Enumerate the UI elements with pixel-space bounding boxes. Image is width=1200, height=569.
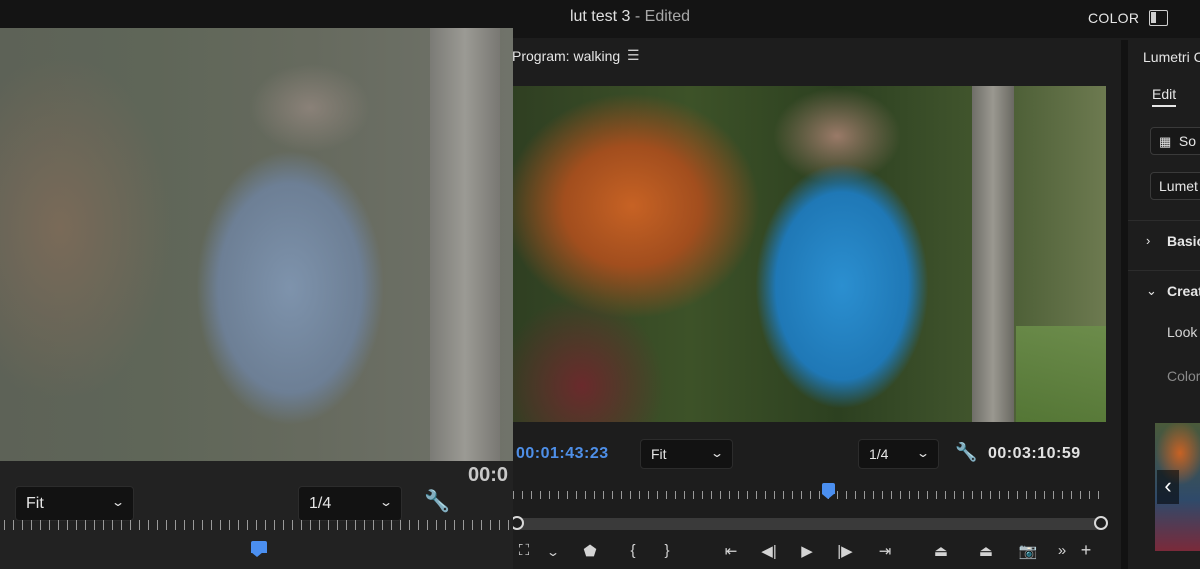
- video-grass: [1016, 326, 1106, 422]
- tab-edit[interactable]: Edit: [1152, 86, 1177, 107]
- more-icon[interactable]: »: [1051, 542, 1073, 559]
- go-to-out-icon[interactable]: ⇥: [874, 542, 896, 560]
- source-timecode: 00:0: [468, 464, 509, 486]
- section-basic-label: Basic: [1167, 233, 1200, 249]
- add-button-icon[interactable]: +: [1075, 540, 1097, 561]
- source-zoom-value: Fit: [26, 495, 44, 512]
- section-creative[interactable]: ⌄ Creat: [1128, 270, 1200, 312]
- add-marker-icon[interactable]: ⛶: [513, 542, 535, 559]
- wrench-icon[interactable]: 🔧: [955, 442, 977, 463]
- chevron-down-icon: ⌄: [1146, 283, 1157, 298]
- mark-in-icon[interactable]: {: [622, 542, 644, 559]
- lumetri-preset-select[interactable]: Lumet: [1150, 172, 1200, 200]
- video-tree-trunk: [972, 86, 1014, 422]
- section-creative-label: Creat: [1167, 283, 1200, 299]
- chevron-down-icon: ⌄: [915, 446, 931, 460]
- step-back-icon[interactable]: ◀|: [758, 542, 780, 560]
- go-to-in-icon[interactable]: ⇤: [720, 542, 742, 560]
- source-resolution-value: 1/4: [309, 495, 332, 512]
- source-video-frame[interactable]: [0, 28, 513, 461]
- video-tree-trunk: [430, 28, 500, 461]
- playhead-marker[interactable]: [822, 483, 835, 499]
- resolution-select-value: 1/4: [869, 446, 889, 462]
- program-monitor-title[interactable]: Program: walking: [512, 48, 620, 64]
- project-title: lut test 3 - Edited: [0, 8, 1200, 26]
- zoom-select-value: Fit: [651, 446, 667, 462]
- lift-icon[interactable]: ⏏: [930, 542, 952, 560]
- look-label: Look: [1167, 324, 1198, 340]
- chevron-down-icon: ⌄: [378, 495, 394, 509]
- extract-icon[interactable]: ⏏: [975, 542, 997, 560]
- edited-status: - Edited: [634, 8, 691, 25]
- source-clip-label: So: [1178, 133, 1197, 149]
- color-label: Color: [1167, 368, 1200, 384]
- resolution-select[interactable]: 1/4 ⌄: [858, 439, 939, 469]
- marker-icon[interactable]: ⬟: [579, 542, 601, 560]
- transport-controls: ⛶ ⌄ ⬟ { } ⇤ ◀| ▶ |▶ ⇥ ⏏ ⏏ 📷 » +: [513, 540, 1113, 564]
- mark-out-icon[interactable]: }: [656, 542, 678, 559]
- panel-layout-icon[interactable]: [1149, 10, 1168, 26]
- chevron-down-icon[interactable]: ⌄: [538, 545, 569, 559]
- source-resolution-select[interactable]: 1/4 ⌄: [298, 486, 402, 521]
- project-name: lut test 3: [569, 8, 631, 25]
- workspace-label[interactable]: COLOR: [1088, 10, 1139, 26]
- lumetri-color-panel: Lumetri C Edit ▦ So Lumet › Basic ⌄ Crea…: [1128, 40, 1200, 569]
- source-clip-button[interactable]: ▦ So: [1150, 127, 1200, 155]
- program-monitor: Program: walking ☰ 00:01:43:23 Fit ⌄ 1/4…: [505, 40, 1120, 569]
- section-basic-correction[interactable]: › Basic: [1128, 220, 1200, 262]
- duration-timecode: 00:03:10:59: [988, 445, 1081, 462]
- grid-icon: ▦: [1159, 134, 1172, 149]
- chevron-down-icon: ⌄: [110, 495, 126, 509]
- source-zoom-select[interactable]: Fit ⌄: [15, 486, 134, 521]
- step-forward-icon[interactable]: |▶: [834, 542, 856, 560]
- chevron-down-icon: ⌄: [709, 446, 725, 460]
- lumetri-panel-title[interactable]: Lumetri C: [1143, 49, 1200, 65]
- zoom-select[interactable]: Fit ⌄: [640, 439, 733, 469]
- play-icon[interactable]: ▶: [796, 542, 818, 560]
- current-timecode[interactable]: 00:01:43:23: [516, 445, 609, 463]
- zoom-handle-right[interactable]: [1094, 516, 1108, 530]
- program-video-frame[interactable]: [512, 86, 1106, 422]
- chevron-left-icon[interactable]: ‹: [1157, 470, 1179, 504]
- wrench-icon[interactable]: 🔧: [424, 490, 450, 514]
- zoom-scroll-bar[interactable]: [510, 516, 1108, 530]
- source-playhead-marker[interactable]: [251, 541, 267, 557]
- panel-divider[interactable]: [1121, 40, 1128, 569]
- export-frame-icon[interactable]: 📷: [1017, 542, 1039, 560]
- chevron-right-icon: ›: [1146, 233, 1151, 248]
- time-ruler[interactable]: [513, 491, 1105, 499]
- source-time-ruler[interactable]: [4, 520, 512, 530]
- hamburger-icon[interactable]: ☰: [627, 47, 640, 64]
